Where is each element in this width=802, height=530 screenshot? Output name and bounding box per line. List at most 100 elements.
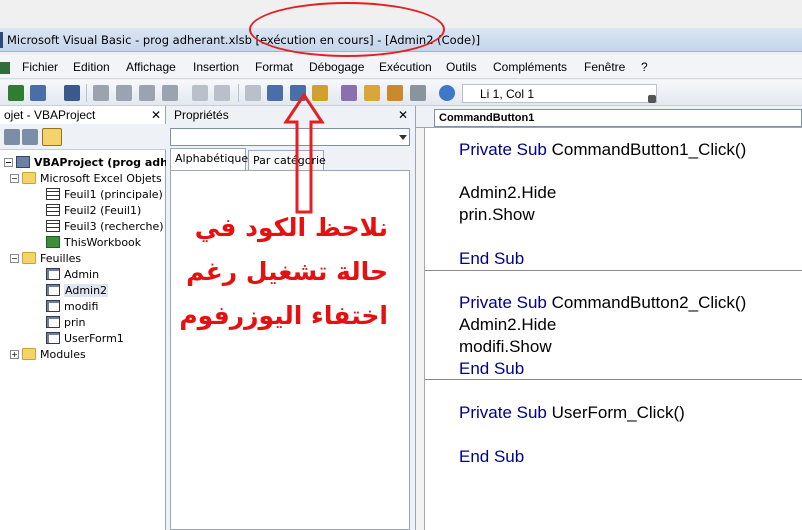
menu-edition[interactable]: Edition (73, 60, 110, 74)
tree-node-thisworkbook[interactable]: ThisWorkbook (46, 234, 141, 250)
excel-view-icon[interactable] (8, 85, 24, 101)
code-header: CommandButton1 (416, 106, 802, 128)
workbook-icon (46, 236, 60, 248)
tree-label: Feuil1 (principale) (64, 187, 163, 201)
menu-help[interactable]: ? (641, 60, 648, 74)
annotation-arrow-icon (283, 92, 325, 214)
tree-label: Feuilles (40, 251, 82, 265)
project-explorer-icon[interactable] (341, 85, 357, 101)
copy-icon[interactable] (116, 85, 132, 101)
menu-debogage[interactable]: Débogage (309, 60, 364, 74)
project-explorer: ojet - VBAProject ✕ − VBAProject (prog a… (0, 106, 188, 530)
code-line[interactable]: End Sub (459, 447, 524, 467)
tree-node-feuil1[interactable]: Feuil1 (principale) (46, 186, 163, 202)
code-line[interactable]: Private Sub CommandButton2_Click() (459, 293, 746, 313)
tree-node-excel-objects[interactable]: − Microsoft Excel Objets (10, 170, 162, 186)
tree-node-modifi[interactable]: modifi (46, 298, 98, 314)
pause-icon[interactable] (267, 85, 283, 101)
procedure-separator (425, 379, 802, 380)
tree-node-modules[interactable]: + Modules (10, 346, 86, 362)
properties-icon[interactable] (364, 85, 380, 101)
folder-icon (22, 172, 36, 184)
find-icon[interactable] (162, 85, 178, 101)
menu-insertion[interactable]: Insertion (193, 60, 239, 74)
view-object-icon[interactable] (22, 129, 38, 145)
tree-node-prin[interactable]: prin (46, 314, 86, 330)
collapse-icon[interactable]: − (10, 253, 19, 263)
annotation-line: حالة تشغيل رغم (186, 257, 388, 286)
form-icon (46, 300, 60, 312)
code-gutter (416, 128, 424, 530)
object-list[interactable]: CommandButton1 (434, 109, 802, 127)
toolbar-options-icon[interactable] (648, 95, 656, 103)
menu-bar: Fichier Edition Affichage Insertion Form… (0, 55, 802, 79)
code-margin-line (424, 128, 425, 530)
project-explorer-title: ojet - VBAProject (4, 108, 96, 122)
toolbar-separator (238, 84, 239, 102)
tree-node-project[interactable]: − VBAProject (prog adhera (4, 154, 188, 170)
project-toolbar (0, 124, 166, 150)
insert-userform-icon[interactable] (30, 85, 46, 101)
object-browser-icon[interactable] (387, 85, 403, 101)
collapse-icon[interactable]: − (4, 157, 13, 167)
form-icon (46, 268, 60, 280)
tree-label: Microsoft Excel Objets (40, 171, 162, 185)
tree-node-admin[interactable]: Admin (46, 266, 99, 282)
undo-icon[interactable] (192, 85, 208, 101)
toolbar-separator (86, 84, 87, 102)
code-window[interactable]: CommandButton1 Private Sub CommandButton… (416, 106, 802, 530)
annotation-ellipse (249, 2, 445, 57)
code-line[interactable]: modifi.Show (459, 337, 552, 357)
toggle-folders-icon[interactable] (42, 128, 62, 146)
menu-affichage[interactable]: Affichage (126, 60, 176, 74)
view-code-icon[interactable] (4, 129, 20, 145)
tree-label: ThisWorkbook (64, 235, 142, 249)
code-line[interactable]: Private Sub UserForm_Click() (459, 403, 685, 423)
annotation-line: اختفاء اليوزرفوم (179, 301, 388, 330)
tree-label: modifi (64, 299, 99, 313)
folder-icon (22, 348, 36, 360)
code-line[interactable]: End Sub (459, 249, 524, 269)
tree-node-admin2[interactable]: Admin2 (46, 282, 109, 298)
code-line[interactable]: Admin2.Hide (459, 315, 556, 335)
annotation-line: نلاحظ الكود في (194, 213, 388, 242)
menu-fichier[interactable]: Fichier (22, 60, 58, 74)
code-line[interactable]: End Sub (459, 359, 524, 379)
tree-node-feuilles[interactable]: − Feuilles (10, 250, 81, 266)
run-icon[interactable] (245, 85, 261, 101)
standard-toolbar: Li 1, Col 1 (0, 80, 802, 106)
save-icon[interactable] (64, 85, 80, 101)
tree-node-feuil3[interactable]: Feuil3 (recherche) (46, 218, 164, 234)
close-icon[interactable]: ✕ (150, 109, 162, 121)
sheet-icon (46, 220, 60, 232)
tree-label: Admin2 (64, 283, 109, 297)
menu-format[interactable]: Format (255, 60, 293, 74)
code-line[interactable]: Admin2.Hide (459, 183, 556, 203)
menu-execution[interactable]: Exécution (379, 60, 432, 74)
paste-icon[interactable] (139, 85, 155, 101)
project-icon (16, 156, 30, 168)
cut-icon[interactable] (93, 85, 109, 101)
code-line[interactable]: prin.Show (459, 205, 535, 225)
collapse-icon[interactable]: − (10, 173, 19, 183)
tree-label: UserForm1 (64, 331, 124, 345)
toolbox-icon[interactable] (410, 85, 426, 101)
menu-complements[interactable]: Compléments (493, 60, 567, 74)
tree-node-userform1[interactable]: UserForm1 (46, 330, 124, 346)
tree-node-feuil2[interactable]: Feuil2 (Feuil1) (46, 202, 141, 218)
tree-label: prin (64, 315, 86, 329)
expand-icon[interactable]: + (10, 349, 19, 359)
annotation-note: نلاحظ الكود في حالة تشغيل رغم اختفاء الي… (170, 206, 388, 338)
tree-label: Feuil3 (recherche) (64, 219, 164, 233)
excel-menu-icon[interactable] (0, 62, 10, 74)
close-icon[interactable]: ✕ (397, 109, 409, 121)
code-line[interactable]: Private Sub CommandButton1_Click() (459, 140, 746, 160)
menu-outils[interactable]: Outils (446, 60, 477, 74)
redo-icon[interactable] (214, 85, 230, 101)
tree-label: Modules (40, 347, 86, 361)
tree-label: Feuil2 (Feuil1) (64, 203, 142, 217)
menu-fenetre[interactable]: Fenêtre (584, 60, 625, 74)
tab-alphabetique[interactable]: Alphabétique (170, 148, 248, 170)
help-icon[interactable] (439, 85, 455, 101)
procedure-separator (425, 270, 802, 271)
